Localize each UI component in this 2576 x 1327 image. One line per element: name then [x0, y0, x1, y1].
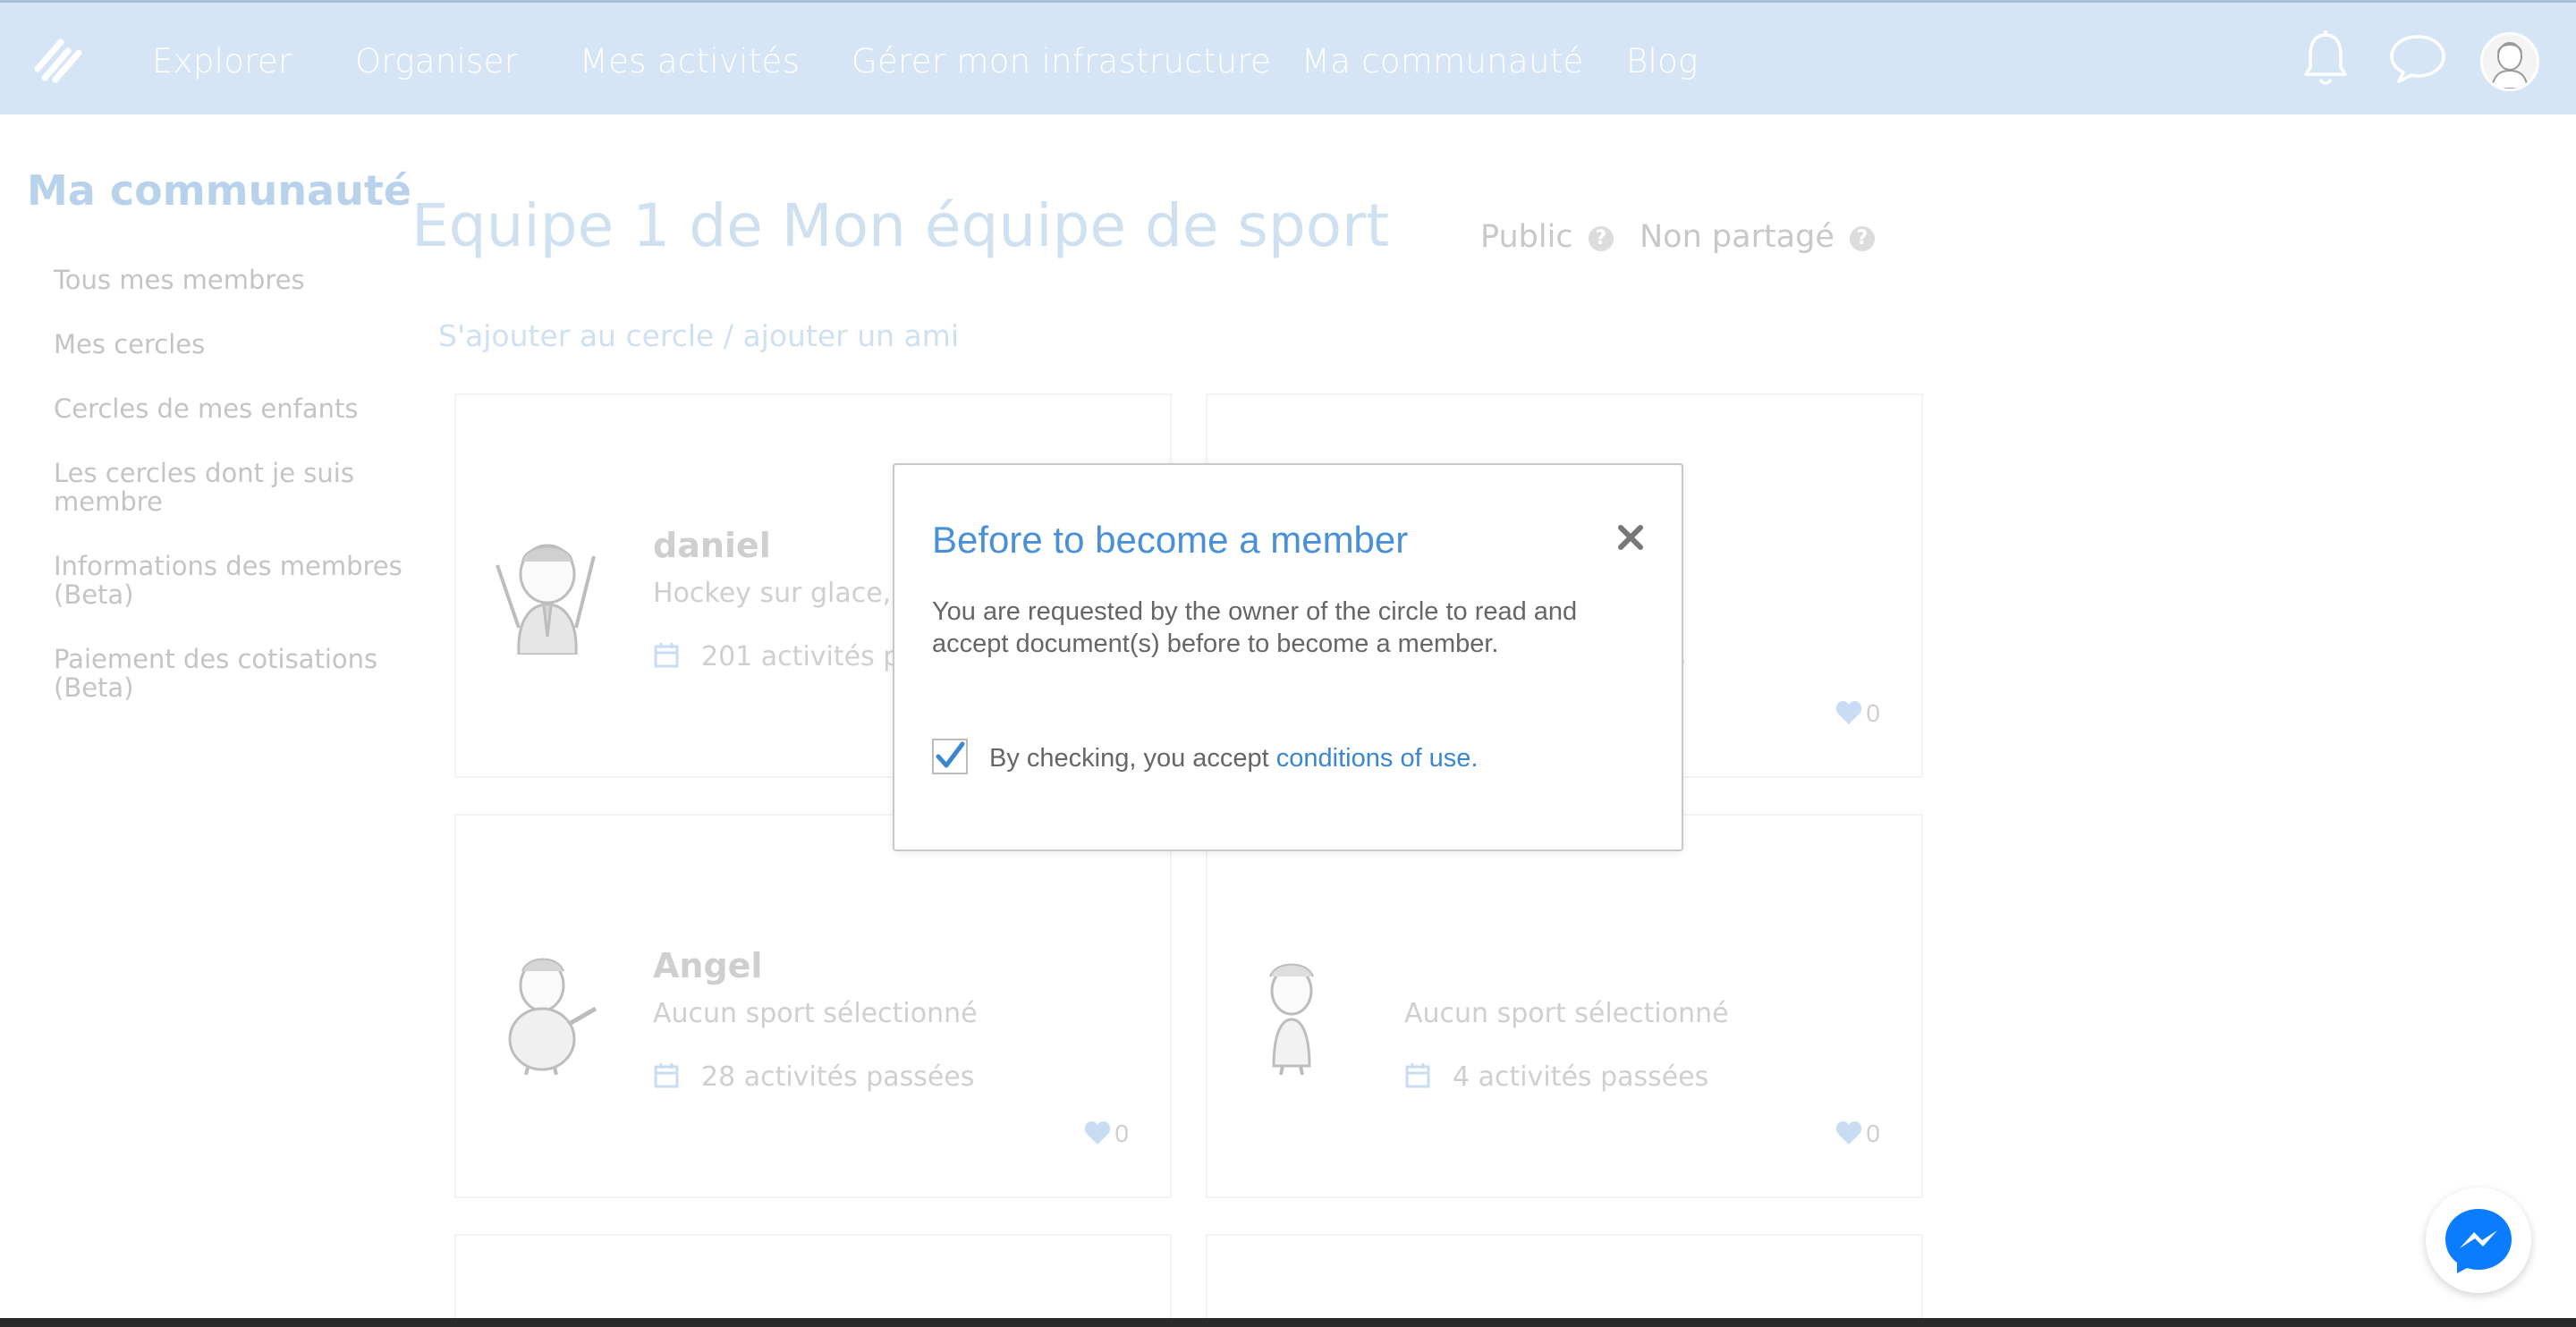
- member-avatar: [496, 544, 596, 655]
- page-title: Equipe 1 de Mon équipe de sport: [411, 191, 1390, 260]
- member-avatar: [1269, 963, 1314, 1075]
- calendar-icon: [654, 643, 679, 668]
- modal-title: Before to become a member: [932, 519, 1409, 561]
- accept-conditions-text: By checking, you accept: [989, 744, 1276, 773]
- member-activities: 4 activités passées: [1453, 1061, 1709, 1093]
- accept-conditions-checkbox[interactable]: [932, 739, 968, 774]
- messenger-icon: [2445, 1209, 2512, 1273]
- bell-icon[interactable]: [2302, 30, 2349, 89]
- sidebar-item-label-line2: (Beta): [54, 579, 134, 610]
- conditions-of-use-link[interactable]: conditions of use.: [1276, 744, 1479, 773]
- messenger-button[interactable]: [2426, 1188, 2531, 1293]
- top-navbar: Explorer Organiser Mes activités Gérer m…: [0, 0, 2576, 114]
- sidebar-item-cercles-enfants[interactable]: Cercles de mes enfants: [54, 394, 359, 423]
- heart-icon: [1085, 1121, 1111, 1145]
- sidebar-item-mes-cercles[interactable]: Mes cercles: [54, 330, 205, 359]
- visibility-sharing[interactable]: Non partagé ?: [1640, 219, 1876, 255]
- like-count[interactable]: 0: [1835, 699, 1880, 728]
- member-sports: Aucun sport sélectionné: [653, 998, 978, 1029]
- chat-icon[interactable]: [2388, 33, 2447, 85]
- logo-icon[interactable]: [30, 33, 86, 89]
- sidebar-item-paiement-cotisations[interactable]: Paiement des cotisations (Beta): [54, 645, 377, 702]
- visibility-public-label: Public: [1480, 219, 1573, 255]
- accept-conditions-label: By checking, you accept conditions of us…: [989, 744, 1479, 773]
- sidebar-item-label: Paiement des cotisations: [54, 644, 378, 674]
- like-count-value: 0: [1866, 699, 1880, 727]
- sidebar-item-cercles-membre[interactable]: Les cercles dont je suis membre: [54, 459, 354, 516]
- member-activities: 201 activités pa: [701, 641, 917, 672]
- member-sports: Aucun sport sélectionné: [1404, 998, 1729, 1029]
- member-card[interactable]: Angel Aucun sport sélectionné 28 activit…: [454, 814, 1172, 1198]
- like-count[interactable]: 0: [1084, 1120, 1129, 1148]
- like-count[interactable]: 0: [1835, 1120, 1880, 1148]
- sidebar-item-tous-mes-membres[interactable]: Tous mes membres: [54, 266, 305, 294]
- user-avatar[interactable]: [2480, 32, 2539, 91]
- member-card[interactable]: [1206, 1234, 1923, 1327]
- member-name[interactable]: Angel: [653, 946, 762, 985]
- calendar-icon: [654, 1063, 679, 1088]
- checkmark-icon: [936, 741, 965, 768]
- help-icon[interactable]: ?: [1850, 226, 1876, 251]
- sidebar-item-label: Mes cercles: [54, 329, 206, 359]
- sidebar-item-informations-membres[interactable]: Informations des membres (Beta): [54, 552, 402, 609]
- member-card[interactable]: Aucun sport sélectionné 4 activités pass…: [1206, 814, 1923, 1198]
- membership-modal: Before to become a member You are reques…: [893, 463, 1683, 851]
- sidebar-item-label: Les cercles dont je suis: [54, 458, 354, 488]
- member-sports: Hockey sur glace, B: [653, 578, 919, 609]
- join-circle-link[interactable]: S'ajouter au cercle / ajouter un ami: [438, 318, 959, 353]
- nav-ma-communaute[interactable]: Ma communauté: [1301, 42, 1584, 80]
- sidebar-item-label: Informations des membres: [54, 551, 402, 581]
- sidebar-item-label-line2: (Beta): [54, 672, 134, 703]
- calendar-icon: [1405, 1063, 1430, 1088]
- visibility-public[interactable]: Public ?: [1480, 219, 1614, 255]
- nav-organiser[interactable]: Organiser: [355, 42, 518, 80]
- visibility-sharing-label: Non partagé: [1640, 219, 1835, 255]
- member-avatar: [508, 958, 597, 1075]
- sidebar-item-label: Cercles de mes enfants: [54, 393, 359, 424]
- member-activities: 28 activités passées: [701, 1061, 975, 1093]
- modal-body-text: You are requested by the owner of the ci…: [932, 597, 1578, 658]
- member-card[interactable]: [454, 1234, 1172, 1327]
- heart-icon: [1836, 1121, 1862, 1145]
- help-icon[interactable]: ?: [1588, 226, 1614, 251]
- member-name[interactable]: daniel: [653, 526, 771, 565]
- bottom-edge: [0, 1318, 2576, 1327]
- like-count-value: 0: [1114, 1120, 1129, 1147]
- nav-explorer[interactable]: Explorer: [152, 42, 292, 80]
- sidebar-title: Ma communauté: [27, 166, 412, 215]
- nav-mes-activites[interactable]: Mes activités: [580, 42, 800, 80]
- nav-blog[interactable]: Blog: [1626, 42, 1699, 80]
- like-count-value: 0: [1866, 1120, 1880, 1147]
- sidebar-item-label-line2: membre: [54, 486, 163, 517]
- nav-gerer-infrastructure[interactable]: Gérer mon infrastructure: [852, 42, 1271, 80]
- heart-icon: [1836, 701, 1862, 724]
- sidebar-item-label: Tous mes membres: [54, 265, 305, 295]
- close-icon[interactable]: [1615, 522, 1646, 553]
